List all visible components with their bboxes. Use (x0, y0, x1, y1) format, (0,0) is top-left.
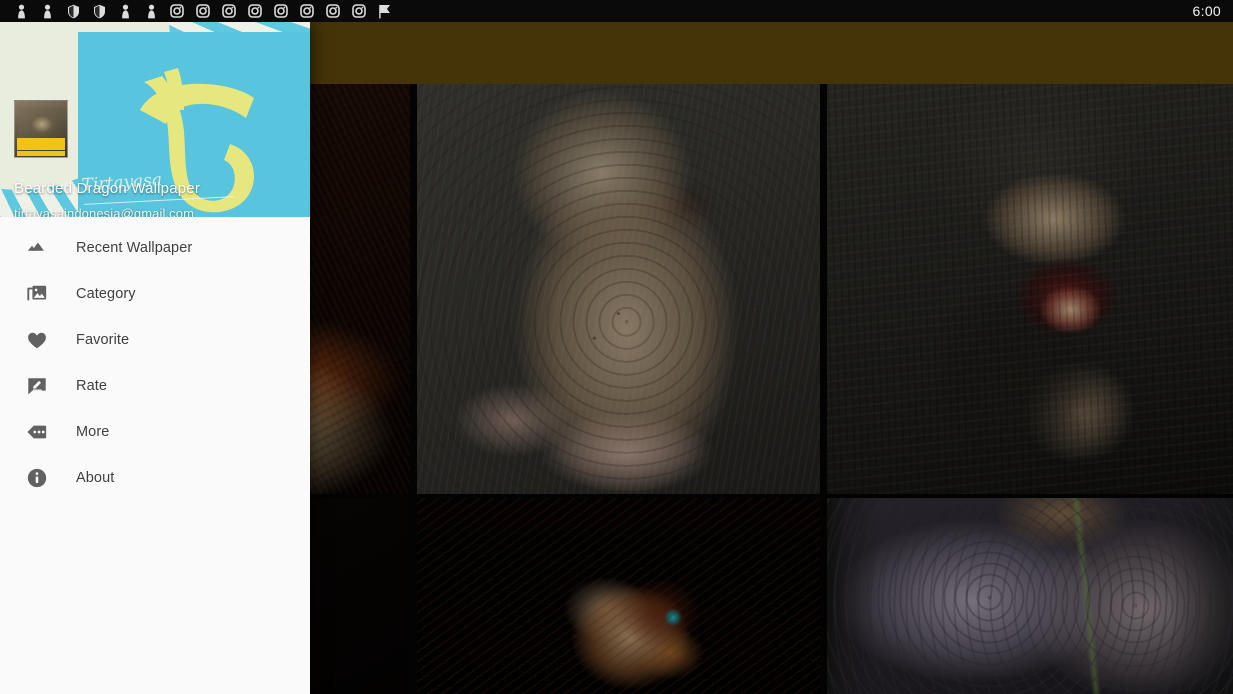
drawer-scrim[interactable] (310, 22, 1233, 694)
sidebar-item-label: More (76, 424, 110, 440)
avatar-label-band (17, 138, 65, 150)
notification-camera-icon (268, 0, 294, 22)
drawer-header: Tirtayasa Bearded Dragon Wallpaper tirta… (0, 22, 310, 217)
notification-camera-icon (242, 0, 268, 22)
sidebar-item-label: Favorite (76, 332, 130, 348)
sidebar-item-label: Recent Wallpaper (76, 240, 193, 256)
notification-camera-icon (216, 0, 242, 22)
app-root: 6:00 Tirtayasa Bearded Dragon Wallpaper … (0, 0, 1233, 694)
sidebar-item-label: Category (76, 286, 136, 302)
notification-person-icon (34, 0, 60, 22)
notification-person-icon (112, 0, 138, 22)
sidebar-item-more[interactable]: More (0, 409, 310, 455)
drawer-account-email: tirtayasaindonesia@gmail.com (14, 206, 195, 217)
notification-camera-icon (346, 0, 372, 22)
sidebar-item-label: Rate (76, 378, 108, 394)
landscape-icon (22, 233, 52, 263)
heart-icon (22, 325, 52, 355)
notification-camera-icon (320, 0, 346, 22)
notification-camera-icon (164, 0, 190, 22)
navigation-drawer: Tirtayasa Bearded Dragon Wallpaper tirta… (0, 22, 310, 694)
status-bar: 6:00 (0, 0, 1233, 22)
sidebar-item-label: About (76, 470, 115, 486)
notification-camera-icon (294, 0, 320, 22)
avatar-label-band-secondary (17, 151, 65, 156)
notification-shield-icon (86, 0, 112, 22)
sidebar-item-rate[interactable]: Rate (0, 363, 310, 409)
notification-person-icon (8, 0, 34, 22)
notification-flag-icon (372, 0, 398, 22)
rate-review-icon (22, 371, 52, 401)
status-bar-icons (0, 0, 398, 22)
avatar-photo (19, 107, 63, 139)
sidebar-item-recent-wallpaper[interactable]: Recent Wallpaper (0, 225, 310, 271)
sidebar-item-category[interactable]: Category (0, 271, 310, 317)
info-icon (22, 463, 52, 493)
sidebar-item-favorite[interactable]: Favorite (0, 317, 310, 363)
notification-person-icon (138, 0, 164, 22)
drawer-app-name: Bearded Dragon Wallpaper (14, 180, 201, 197)
more-tag-icon (22, 417, 52, 447)
photo-library-icon (22, 279, 52, 309)
drawer-menu: Recent Wallpaper Category Favorite Rate … (0, 217, 310, 501)
notification-camera-icon (190, 0, 216, 22)
sidebar-item-about[interactable]: About (0, 455, 310, 501)
status-bar-clock: 6:00 (1192, 3, 1221, 19)
avatar[interactable] (14, 100, 68, 158)
notification-shield-icon (60, 0, 86, 22)
